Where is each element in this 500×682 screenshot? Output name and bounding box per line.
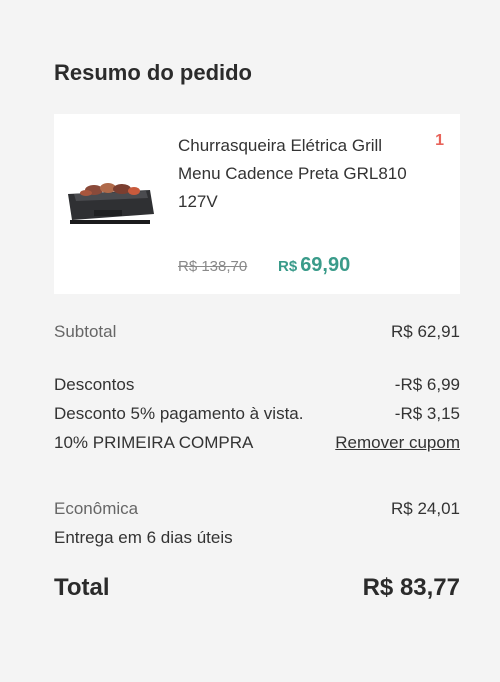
- total-label: Total: [54, 574, 110, 601]
- shipping-value: R$ 24,01: [391, 499, 460, 518]
- discounts-row: Descontos -R$ 6,99: [54, 375, 460, 395]
- price-value: 69,90: [300, 254, 351, 276]
- coupon-label: 10% PRIMEIRA COMPRA: [54, 433, 254, 452]
- product-name[interactable]: Churrasqueira Elétrica Grill Menu Cadenc…: [178, 132, 418, 216]
- subtotal-value: R$ 62,91: [391, 322, 460, 341]
- total-value: R$ 83,77: [362, 574, 460, 601]
- product-old-price: R$ 138,70: [178, 258, 248, 275]
- delivery-row: Entrega em 6 dias úteis: [54, 528, 460, 548]
- shipping-row: Econômica R$ 24,01: [54, 499, 460, 519]
- summary-title: Resumo do pedido: [54, 60, 252, 85]
- cash-discount-label: Desconto 5% pagamento à vista.: [54, 404, 304, 423]
- total-row: Total R$ 83,77: [54, 574, 460, 602]
- coupon-row: 10% PRIMEIRA COMPRA Remover cupom: [54, 433, 460, 453]
- price-currency: R$: [278, 258, 298, 275]
- subtotal-row: Subtotal R$ 62,91: [54, 322, 460, 342]
- discounts-value: -R$ 6,99: [394, 375, 460, 394]
- cash-discount-value: -R$ 3,15: [394, 404, 460, 423]
- subtotal-label: Subtotal: [54, 322, 117, 341]
- product-price: R$ 69,90: [278, 254, 350, 277]
- remove-coupon-link[interactable]: Remover cupom: [335, 433, 460, 453]
- discounts-label: Descontos: [54, 375, 135, 394]
- product-card: Churrasqueira Elétrica Grill Menu Cadenc…: [54, 114, 460, 294]
- product-quantity: 1: [435, 132, 444, 149]
- product-image[interactable]: [64, 176, 158, 234]
- shipping-label: Econômica: [54, 499, 139, 518]
- delivery-time: Entrega em 6 dias úteis: [54, 528, 233, 547]
- cash-discount-row: Desconto 5% pagamento à vista. -R$ 3,15: [54, 404, 460, 424]
